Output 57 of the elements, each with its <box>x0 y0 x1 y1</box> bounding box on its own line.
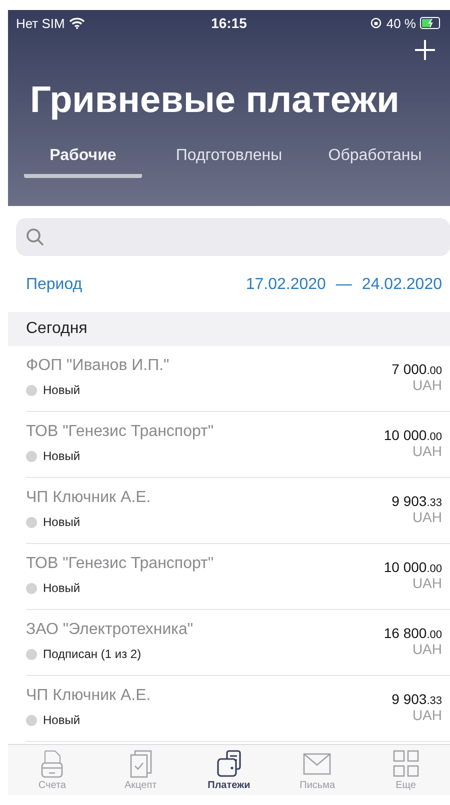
currency: UAH <box>412 509 442 525</box>
document-icon <box>39 749 66 779</box>
carrier-label: Нет SIM <box>16 16 65 30</box>
currency: UAH <box>412 641 442 657</box>
status-label: Новый <box>43 449 80 463</box>
currency: UAH <box>412 707 442 723</box>
tab-bar-item[interactable]: Еще <box>370 749 441 795</box>
payee-name[interactable]: ЗАО "Электротехника" <box>26 621 194 639</box>
amount: 9 903.33 <box>392 690 442 707</box>
wallet-icon <box>214 749 243 779</box>
status-dot <box>26 516 37 528</box>
date-to[interactable]: 24.02.2020 <box>362 276 442 294</box>
status-dot <box>26 714 37 726</box>
battery-percent: 40 % <box>386 16 416 30</box>
search-icon <box>26 228 44 246</box>
payee-name[interactable]: ТОВ "Генезис Транспорт" <box>26 555 214 573</box>
checked-documents-icon <box>128 749 154 779</box>
status-dot <box>26 384 37 396</box>
status-label: Новый <box>43 383 80 397</box>
tab[interactable]: Обработаны <box>316 141 434 178</box>
currency: UAH <box>412 575 442 591</box>
payee-name[interactable]: ЧП Ключник А.Е. <box>26 489 151 507</box>
search-field[interactable] <box>16 218 450 256</box>
amount: 10 000.00 <box>384 558 442 575</box>
wifi-icon <box>68 17 85 29</box>
amount: 10 000.00 <box>384 426 442 443</box>
currency: UAH <box>412 443 442 459</box>
status-dot <box>26 450 37 462</box>
period-label[interactable]: Период <box>26 276 82 294</box>
amount: 7 000.00 <box>392 360 442 377</box>
amount: 9 903.33 <box>392 492 442 509</box>
payee-name[interactable]: ЧП Ключник А.Е. <box>26 687 151 705</box>
battery-icon <box>420 17 442 29</box>
payee-name[interactable]: ТОВ "Генезис Транспорт" <box>26 423 214 441</box>
tab[interactable]: Рабочие <box>24 141 142 178</box>
grid-icon <box>392 749 420 779</box>
section-header: Сегодня <box>8 312 450 346</box>
date-from[interactable]: 17.02.2020 <box>246 276 326 294</box>
add-icon[interactable] <box>414 39 436 61</box>
tab-bar-item[interactable]: Акцепт <box>106 749 176 795</box>
tab[interactable]: Подготовлены <box>170 141 288 178</box>
status-label: Новый <box>43 713 80 727</box>
status-dot <box>26 582 37 594</box>
date-separator: — <box>336 276 352 294</box>
rotation-lock-icon <box>370 17 382 29</box>
page-title: Гривневые платежи <box>29 78 400 121</box>
status-label: Новый <box>43 581 80 595</box>
currency: UAH <box>412 377 442 393</box>
clock-time: 16:15 <box>211 15 247 31</box>
tab-bar-item[interactable]: Платежи <box>194 749 264 795</box>
payee-name[interactable]: ФОП "Иванов И.П." <box>26 357 170 375</box>
amount: 16 800.00 <box>384 624 442 641</box>
status-label: Подписан (1 из 2) <box>43 647 142 661</box>
status-label: Новый <box>43 515 80 529</box>
tab-bar-item[interactable]: Счета <box>17 749 88 795</box>
status-dot <box>26 648 37 660</box>
tab-bar-item[interactable]: Письма <box>282 749 352 795</box>
